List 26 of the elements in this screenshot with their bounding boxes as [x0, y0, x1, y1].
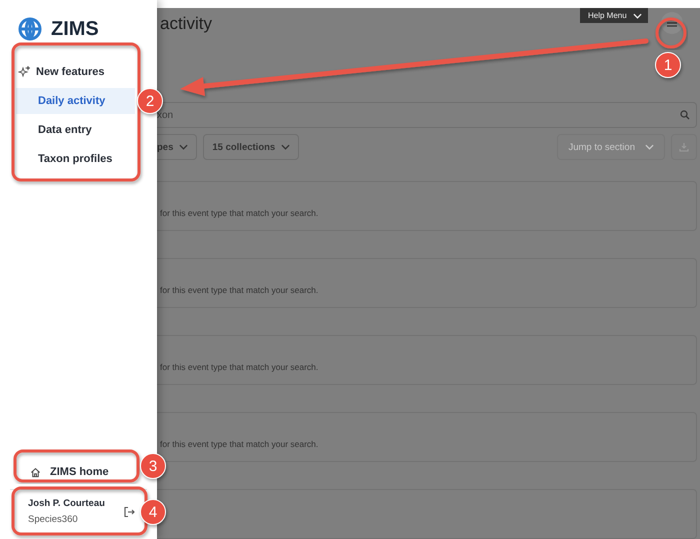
nav-item[interactable]: New features — [0, 59, 157, 85]
chevron-icon — [632, 12, 642, 18]
logout-icon[interactable] — [123, 506, 135, 518]
empty-message: for this event type that match your search. — [160, 439, 318, 449]
user-name: Josh P. Courteau — [28, 498, 106, 509]
highlight-ring — [656, 18, 686, 48]
page-title: activity — [160, 14, 212, 34]
empty-message: for this event type that match your search. — [160, 285, 318, 295]
nav-item[interactable]: Taxon profiles — [0, 146, 157, 172]
nav-item[interactable]: Data entry — [0, 117, 157, 143]
globe-logo-icon — [17, 16, 43, 42]
house-icon — [30, 466, 41, 478]
chevron-icon — [179, 144, 188, 150]
nav-item[interactable]: Daily activity — [16, 88, 135, 114]
empty-message: for this event type that match your search. — [160, 208, 318, 218]
chevron-icon — [281, 144, 290, 150]
home-link[interactable]: ZIMS home — [18, 463, 137, 481]
search-icon — [680, 110, 690, 120]
organization-name: Species360 — [28, 514, 79, 525]
chevron-icon — [645, 144, 654, 150]
sparkle-icon — [18, 66, 30, 78]
empty-message: for this event type that match your search. — [160, 362, 318, 372]
help-menu-tab[interactable]: Help Menu — [580, 8, 648, 23]
search-field[interactable]: xon — [157, 102, 697, 128]
download-icon — [679, 142, 689, 152]
brand-name: ZIMS — [51, 18, 99, 40]
